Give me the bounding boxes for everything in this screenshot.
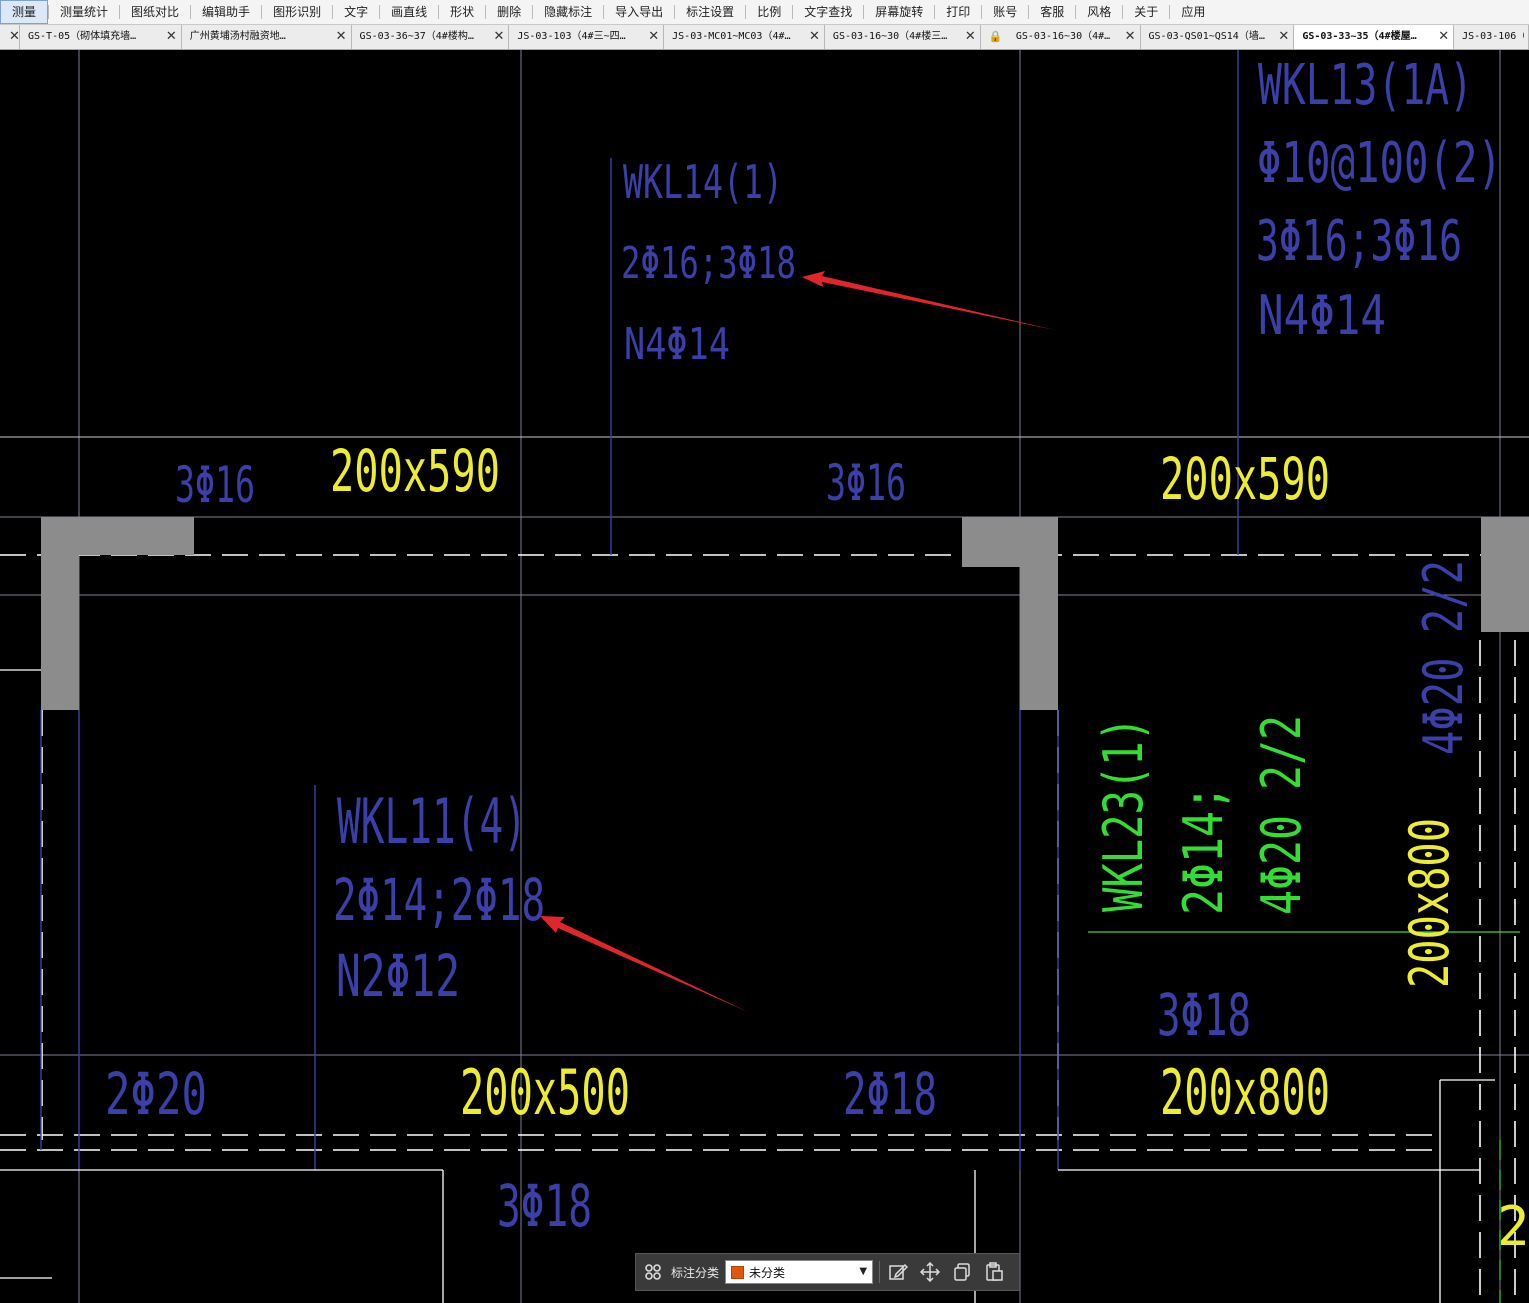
drawing-canvas[interactable]: WKL14(1) 2Φ16;3Φ18 N4Φ14 WKL13(1A) Φ10@1…: [0, 50, 1529, 1303]
chevron-down-icon[interactable]: ▼: [859, 1266, 867, 1277]
close-icon[interactable]: ✕: [965, 25, 976, 49]
wkl11-name[interactable]: WKL11(4): [337, 785, 527, 858]
document-tab-6[interactable]: 🔒 GS-03-16~30（4#… ✕: [981, 25, 1141, 49]
close-icon[interactable]: ✕: [1125, 25, 1136, 49]
tab-close-leftover[interactable]: ✕: [0, 25, 20, 49]
tab-label: GS-03-33~35（4#楼屋…: [1302, 31, 1417, 42]
right-vertical-size[interactable]: 200x800: [1398, 818, 1461, 988]
annotation-category-value: 未分类: [749, 1265, 786, 1280]
menu-item-14[interactable]: 屏幕旋转: [864, 0, 934, 24]
wkl13-rebar[interactable]: 3Φ16;3Φ16: [1256, 209, 1462, 274]
grid-apps-icon[interactable]: [641, 1260, 665, 1284]
menu-item-2[interactable]: 图纸对比: [120, 0, 190, 24]
menu-item-17[interactable]: 客服: [1029, 0, 1075, 24]
wkl23-name[interactable]: WKL23(1): [1092, 717, 1155, 912]
document-tab-0[interactable]: GS-T-05（砌体填充墙… ✕: [20, 25, 182, 49]
lock-icon: 🔒: [988, 30, 1003, 43]
right-vertical-rebar[interactable]: 4Φ20 2/2: [1412, 560, 1475, 755]
edit-icon[interactable]: [886, 1260, 910, 1284]
rebar-very-bottom[interactable]: 3Φ18: [497, 1172, 592, 1240]
tab-label: GS-T-05（砌体填充墙…: [27, 31, 137, 42]
wkl11-waist[interactable]: N2Φ12: [336, 942, 460, 1010]
menu-item-8[interactable]: 删除: [486, 0, 532, 24]
paste-icon[interactable]: [982, 1260, 1006, 1284]
size-bottom-mid[interactable]: 200x500: [460, 1056, 630, 1129]
menu-item-18[interactable]: 风格: [1076, 0, 1122, 24]
document-tab-bar: ✕ GS-T-05（砌体填充墙… ✕ 广州黄埔汤村融资地… ✕ GS-03-36~37（…: [0, 25, 1529, 50]
menu-item-10[interactable]: 导入导出: [604, 0, 674, 24]
size-top-right[interactable]: 200x590: [1160, 445, 1330, 513]
tab-label: JS-03-MC01~MC03（4#…: [672, 31, 791, 42]
close-icon[interactable]: ✕: [336, 25, 347, 49]
tab-label: 广州黄埔汤村融资地…: [189, 31, 286, 42]
menu-item-7[interactable]: 形状: [439, 0, 485, 24]
document-tab-9[interactable]: JS-03-106（4#: [1454, 25, 1529, 49]
wkl14-name[interactable]: WKL14(1): [623, 155, 783, 209]
rebar-mid-right[interactable]: 3Φ18: [1157, 981, 1251, 1049]
rebar-top-mid[interactable]: 3Φ16: [826, 454, 906, 512]
menu-item-9[interactable]: 隐藏标注: [533, 0, 603, 24]
annotation-category-label: 标注分类: [671, 1265, 720, 1280]
menu-item-3[interactable]: 编辑助手: [191, 0, 261, 24]
wkl23-rebar2[interactable]: 4Φ20 2/2: [1250, 715, 1313, 915]
tab-label: JS-03-103（4#三~四…: [517, 31, 626, 42]
size-top-left[interactable]: 200x590: [330, 437, 500, 505]
document-tab-3[interactable]: JS-03-103（4#三~四… ✕: [509, 25, 665, 49]
annotation-category-select[interactable]: 未分类 ▼: [725, 1260, 874, 1284]
rebar-top-left[interactable]: 3Φ16: [175, 456, 255, 514]
copy-icon[interactable]: [950, 1260, 974, 1284]
wkl13-name[interactable]: WKL13(1A): [1258, 53, 1473, 118]
wkl13-stirrup[interactable]: Φ10@100(2): [1257, 131, 1502, 196]
wkl11-rebar[interactable]: 2Φ14;2Φ18: [333, 866, 545, 934]
edge-digit: 2: [1497, 1195, 1529, 1258]
move-icon[interactable]: [918, 1260, 942, 1284]
close-icon[interactable]: ✕: [493, 25, 504, 49]
document-tab-1[interactable]: 广州黄埔汤村融资地… ✕: [182, 25, 352, 49]
wkl23-rebar[interactable]: 2Φ14;: [1172, 785, 1235, 915]
tab-label: GS-03-16~30（4#楼三…: [832, 31, 948, 42]
menu-item-4[interactable]: 图形识别: [262, 0, 332, 24]
column-right[interactable]: [1481, 517, 1529, 632]
menu-item-20[interactable]: 应用: [1170, 0, 1216, 24]
menu-item-6[interactable]: 画直线: [380, 0, 438, 24]
close-icon[interactable]: ✕: [1278, 25, 1289, 49]
document-tab-4[interactable]: JS-03-MC01~MC03（4#… ✕: [664, 25, 825, 49]
menu-bar: 测量 测量统计 图纸对比 编辑助手 图形识别 文字 画直线 形状 删除 隐藏标注 导入导出 标注设置比…: [0, 0, 1529, 25]
close-icon[interactable]: ✕: [809, 25, 820, 49]
tab-label: GS-03-QS01~QS14（墙…: [1148, 31, 1265, 42]
menu-item-5[interactable]: 文字: [333, 0, 379, 24]
wkl14-waist[interactable]: N4Φ14: [624, 319, 730, 370]
document-tab-2[interactable]: GS-03-36~37（4#楼构… ✕: [352, 25, 510, 49]
menu-item-19[interactable]: 关于: [1123, 0, 1169, 24]
menu-item-15[interactable]: 打印: [935, 0, 981, 24]
close-icon[interactable]: ✕: [1438, 25, 1449, 49]
menu-item-12[interactable]: 比例: [746, 0, 792, 24]
category-color-swatch: [731, 1265, 745, 1279]
close-icon[interactable]: ✕: [648, 25, 659, 49]
tab-label: JS-03-106（4#: [1462, 31, 1524, 42]
menu-item-11[interactable]: 标注设置: [675, 0, 745, 24]
menu-item-13[interactable]: 文字查找: [793, 0, 863, 24]
document-tab-8[interactable]: GS-03-33~35（4#楼屋… ✕: [1294, 25, 1455, 49]
document-tab-5[interactable]: GS-03-16~30（4#楼三… ✕: [825, 25, 981, 49]
size-bottom-right[interactable]: 200x800: [1160, 1056, 1330, 1129]
document-tab-7[interactable]: GS-03-QS01~QS14（墙… ✕: [1141, 25, 1295, 49]
menu-item-16[interactable]: 账号: [982, 0, 1028, 24]
wkl13-waist[interactable]: N4Φ14: [1258, 284, 1386, 347]
toolbar-divider: [879, 1261, 881, 1283]
menu-item-1[interactable]: 测量统计: [49, 0, 119, 24]
menu-item-0[interactable]: 测量: [0, 0, 49, 24]
close-icon[interactable]: ✕: [9, 25, 19, 49]
tab-label: GS-03-16~30（4#…: [1015, 31, 1111, 42]
close-icon[interactable]: ✕: [166, 25, 177, 49]
tab-label: GS-03-36~37（4#楼构…: [359, 31, 474, 42]
annotation-toolbar: 标注分类 未分类 ▼: [635, 1253, 1020, 1291]
rebar-bottom-mid[interactable]: 2Φ18: [843, 1060, 937, 1128]
wkl14-rebar[interactable]: 2Φ16;3Φ18: [621, 238, 796, 289]
rebar-bottom-left[interactable]: 2Φ20: [105, 1060, 207, 1128]
